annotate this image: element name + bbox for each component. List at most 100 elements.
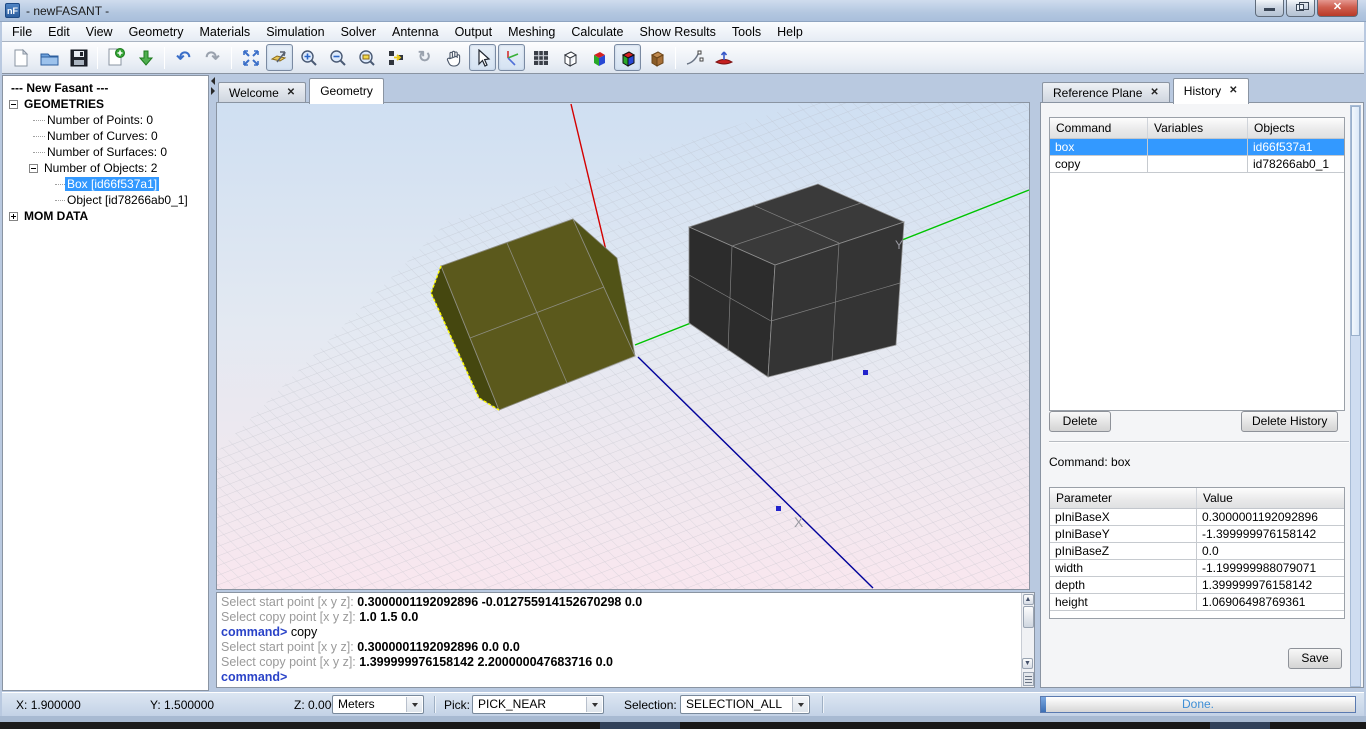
wireframe-view-button[interactable] [556, 44, 583, 71]
tree-item-surfaces[interactable]: Number of Surfaces: 0 [3, 144, 208, 160]
grid-toggle-button[interactable] [527, 44, 554, 71]
history-row[interactable]: copy id78266ab0_1 [1050, 156, 1344, 173]
menu-item-meshing[interactable]: Meshing [500, 23, 563, 41]
tree-item-points[interactable]: Number of Points: 0 [3, 112, 208, 128]
undo-button[interactable]: ↶ [170, 44, 197, 71]
add-page-button[interactable] [103, 44, 130, 71]
window-bottom-border [0, 716, 1366, 729]
command-console[interactable]: Select start point [x y z]: 0.3000001192… [216, 592, 1035, 688]
tree-item-mom-data[interactable]: MOM DATA [3, 208, 208, 224]
toolbar-separator [231, 47, 232, 69]
menu-item-solver[interactable]: Solver [333, 23, 384, 41]
tab-welcome[interactable]: Welcome ✕ [218, 82, 306, 104]
fit-view-button[interactable] [237, 44, 264, 71]
scrollbar-thumb[interactable] [1023, 606, 1034, 628]
tab-close-icon[interactable]: ✕ [1150, 88, 1158, 98]
reference-plane-tool-button[interactable] [710, 44, 737, 71]
zoom-window-button[interactable] [353, 44, 380, 71]
tree-item-object[interactable]: Object [id78266ab0_1] [3, 192, 208, 208]
tree-item-geometries[interactable]: GEOMETRIES [3, 96, 208, 112]
param-row[interactable]: height 1.06906498769361 [1050, 594, 1344, 611]
scrollbar-thumb[interactable] [1351, 106, 1360, 336]
menu-item-calculate[interactable]: Calculate [563, 23, 631, 41]
history-table[interactable]: Command Variables Objects box id66f537a1… [1049, 117, 1345, 411]
collapse-icon[interactable] [9, 100, 18, 109]
column-header[interactable]: Command [1050, 118, 1148, 138]
panel-splitter[interactable] [209, 75, 216, 691]
menu-item-tools[interactable]: Tools [724, 23, 769, 41]
param-row[interactable]: width -1.199999988079071 [1050, 560, 1344, 577]
shaded-edges-cube-icon [619, 49, 637, 67]
units-dropdown[interactable]: Meters [332, 695, 424, 714]
history-row[interactable]: box id66f537a1 [1050, 139, 1344, 156]
console-prompt-line[interactable]: command> [221, 670, 1017, 685]
param-row[interactable]: pIniBaseY -1.399999976158142 [1050, 526, 1344, 543]
redo-button[interactable]: ↷ [199, 44, 226, 71]
delete-history-button[interactable]: Delete History [1241, 411, 1338, 432]
tab-reference-plane[interactable]: Reference Plane ✕ [1042, 82, 1170, 104]
scene-point [863, 370, 868, 375]
column-header[interactable]: Parameter [1050, 488, 1197, 508]
menu-item-show-results[interactable]: Show Results [631, 23, 723, 41]
tree-root[interactable]: --- New Fasant --- [3, 80, 208, 96]
param-row[interactable]: pIniBaseX 0.3000001192092896 [1050, 509, 1344, 526]
delete-button[interactable]: Delete [1049, 411, 1111, 432]
axes-toggle-button[interactable] [498, 44, 525, 71]
tab-history[interactable]: History ✕ [1173, 78, 1249, 104]
open-button[interactable] [36, 44, 63, 71]
tree-item-objects[interactable]: Number of Objects: 2 [3, 160, 208, 176]
menu-item-geometry[interactable]: Geometry [121, 23, 192, 41]
save-button[interactable]: Save [1288, 648, 1342, 669]
menu-item-view[interactable]: View [78, 23, 121, 41]
tab-close-icon[interactable]: ✕ [1229, 86, 1237, 96]
3d-viewport[interactable]: X Y [216, 102, 1030, 590]
save-button[interactable] [65, 44, 92, 71]
panel-scrollbar[interactable] [1350, 105, 1361, 687]
tree-item-curves[interactable]: Number of Curves: 0 [3, 128, 208, 144]
parameter-table[interactable]: Parameter Value pIniBaseX 0.300000119209… [1049, 487, 1345, 619]
swap-views-button[interactable] [382, 44, 409, 71]
tree-item-box[interactable]: Box [id66f537a1] [3, 176, 208, 192]
column-header[interactable]: Objects [1248, 118, 1342, 138]
side-tab-bar: Reference Plane ✕ History ✕ [1042, 76, 1364, 103]
textured-view-button[interactable] [643, 44, 670, 71]
scroll-up-icon[interactable]: ▲ [1023, 594, 1034, 605]
shaded-edges-view-button[interactable] [614, 44, 641, 71]
minimize-button[interactable] [1255, 0, 1284, 17]
new-file-button[interactable] [7, 44, 34, 71]
menu-item-output[interactable]: Output [447, 23, 501, 41]
zoom-out-button[interactable] [324, 44, 351, 71]
pan-button[interactable] [440, 44, 467, 71]
zoom-in-button[interactable] [295, 44, 322, 71]
rotate-view-button[interactable]: ↻ [411, 44, 438, 71]
x-axis-label: X [794, 514, 804, 530]
selection-dropdown[interactable]: SELECTION_ALL [680, 695, 810, 714]
param-row[interactable]: pIniBaseZ 0.0 [1050, 543, 1344, 560]
menu-item-simulation[interactable]: Simulation [258, 23, 332, 41]
tab-close-icon[interactable]: ✕ [287, 88, 295, 98]
column-header[interactable]: Value [1197, 488, 1342, 508]
menu-item-materials[interactable]: Materials [191, 23, 258, 41]
menu-item-edit[interactable]: Edit [40, 23, 78, 41]
console-scrollbar[interactable]: ▲ ▼ [1021, 593, 1034, 687]
close-button[interactable]: ✕ [1317, 0, 1358, 17]
menu-item-file[interactable]: File [4, 23, 40, 41]
shaded-view-button[interactable] [585, 44, 612, 71]
collapse-icon[interactable] [29, 164, 38, 173]
console-menu-icon[interactable] [1023, 672, 1034, 686]
pick-dropdown[interactable]: PICK_NEAR [472, 695, 604, 714]
x-axis-point [776, 506, 781, 511]
curvature-tool-button[interactable] [681, 44, 708, 71]
restore-button[interactable] [1286, 0, 1315, 17]
menu-item-help[interactable]: Help [769, 23, 811, 41]
scroll-down-icon[interactable]: ▼ [1022, 658, 1033, 669]
select-button[interactable] [469, 44, 496, 71]
import-button[interactable] [132, 44, 159, 71]
grid-icon [532, 49, 550, 67]
orbit-select-button[interactable] [266, 44, 293, 71]
menu-item-antenna[interactable]: Antenna [384, 23, 447, 41]
tab-geometry[interactable]: Geometry [309, 78, 384, 104]
param-row[interactable]: depth 1.399999976158142 [1050, 577, 1344, 594]
column-header[interactable]: Variables [1148, 118, 1248, 138]
expand-icon[interactable] [9, 212, 18, 221]
